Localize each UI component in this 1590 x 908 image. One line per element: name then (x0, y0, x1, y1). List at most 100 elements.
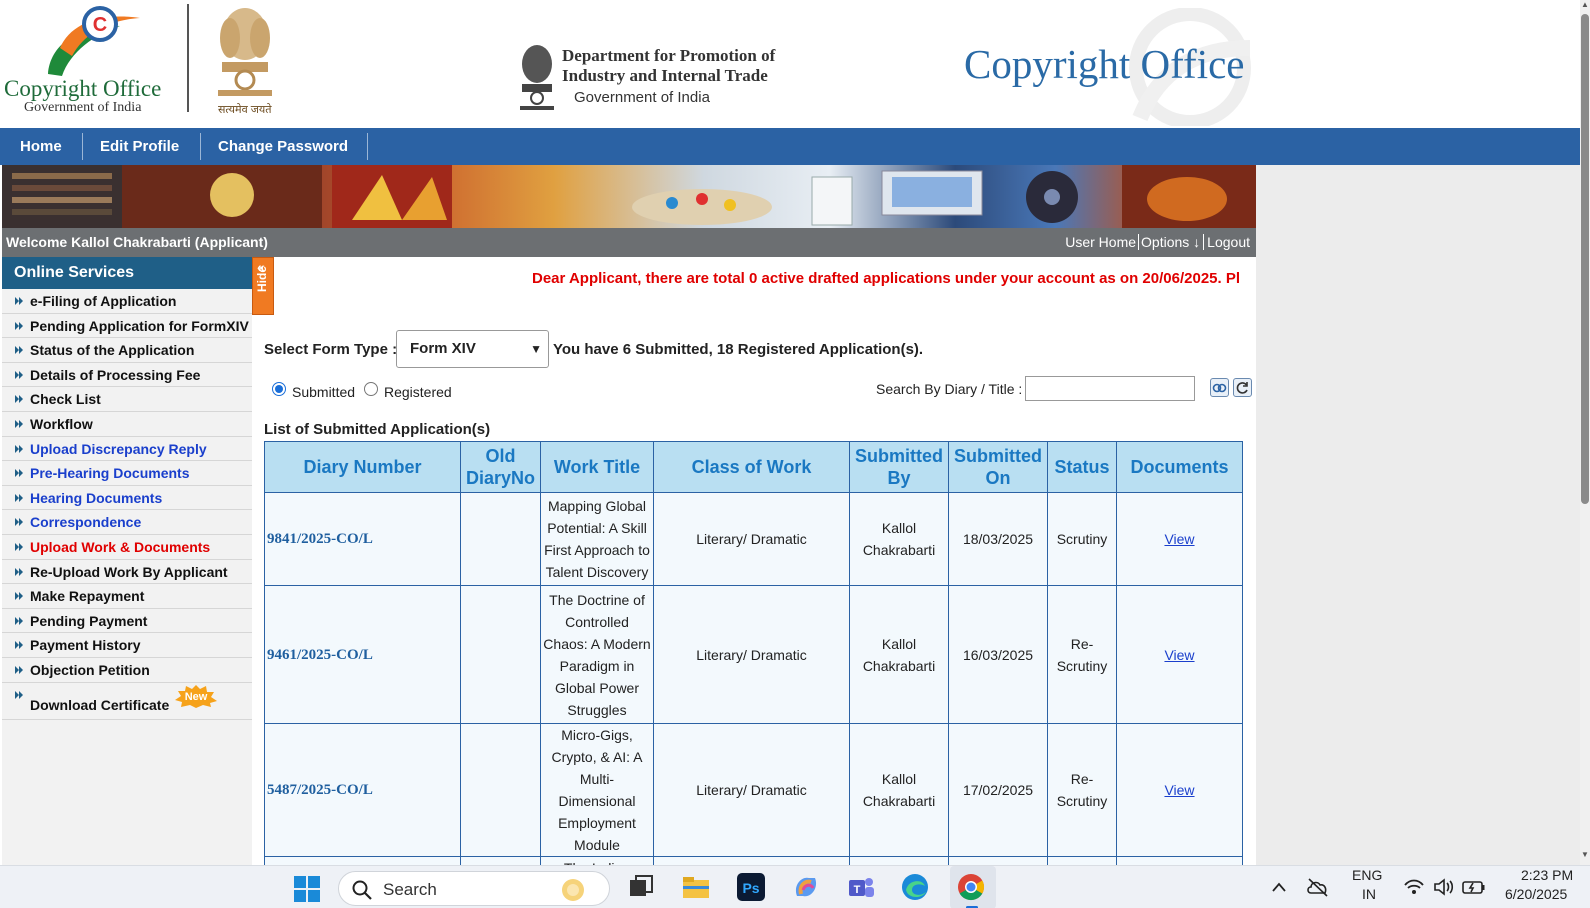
form-type-value: Form XIV (410, 340, 476, 357)
header-divider (187, 4, 189, 112)
diary-number-cell[interactable]: 9461/2025-CO/L (264, 585, 461, 724)
form-type-select[interactable]: Form XIV ▼ (396, 330, 549, 368)
search-go-button[interactable] (1210, 378, 1229, 397)
column-header: Submitted By (849, 441, 949, 493)
class-of-work-cell: Literary/ Dramatic (653, 723, 850, 857)
sidebar-item-check-list[interactable]: Check List (2, 387, 252, 412)
windows-start-icon[interactable] (292, 874, 322, 904)
sidebar-item-re-upload[interactable]: Re-Upload Work By Applicant (2, 560, 252, 585)
column-header: Submitted On (948, 441, 1048, 493)
sidebar-item-objection-petition[interactable]: Objection Petition (2, 658, 252, 683)
dept-line2: Industry and Internal Trade (562, 66, 768, 85)
class-of-work-cell: Literary/ Dramatic (653, 585, 850, 724)
file-explorer-icon[interactable] (681, 872, 711, 902)
battery-charging-icon[interactable] (1462, 877, 1486, 897)
options-link[interactable]: Options ↓ (1141, 234, 1200, 250)
submitted-by-cell: Kallol Chakrabarti (849, 585, 949, 724)
submitted-on-cell: 16/03/2025 (948, 585, 1048, 724)
clock-time[interactable]: 2:23 PM (1521, 867, 1573, 883)
sidebar-item-status[interactable]: Status of the Application (2, 338, 252, 363)
view-link[interactable]: View (1164, 647, 1194, 663)
sidebar: Online Services e-Filing of Application … (2, 257, 252, 865)
documents-cell: View (1116, 585, 1243, 724)
sidebar-item-e-filing[interactable]: e-Filing of Application (2, 289, 252, 314)
sidebar-item-pending-formxiv[interactable]: Pending Application for FormXIV (2, 314, 252, 339)
list-title: List of Submitted Application(s) (264, 421, 491, 438)
sidebar-item-pre-hearing[interactable]: Pre-Hearing Documents (2, 461, 252, 486)
task-view-icon[interactable] (626, 872, 656, 902)
sidebar-item-pending-payment[interactable]: Pending Payment (2, 609, 252, 634)
double-arrow-icon (15, 616, 23, 625)
status-cell: Scrutiny (1047, 492, 1117, 586)
sidebar-item-workflow[interactable]: Workflow (2, 412, 252, 437)
sidebar-item-discrepancy-reply[interactable]: Upload Discrepancy Reply (2, 437, 252, 462)
refresh-button[interactable] (1233, 378, 1252, 397)
logo-title: Copyright Office (4, 76, 162, 101)
photoshop-icon[interactable]: Ps (736, 872, 766, 902)
edge-browser-icon[interactable] (900, 872, 930, 902)
sidebar-item-processing-fee[interactable]: Details of Processing Fee (2, 363, 252, 388)
copilot-icon[interactable] (791, 872, 821, 902)
sidebar-item-download-certificate[interactable]: Download Certificate New (2, 683, 252, 720)
sidebar-item-correspondence[interactable]: Correspondence (2, 510, 252, 535)
diary-number-cell[interactable]: 5487/2025-CO/L (264, 723, 461, 857)
submitted-radio[interactable] (272, 382, 286, 396)
user-home-link[interactable]: User Home (1065, 234, 1136, 250)
view-link[interactable]: View (1164, 531, 1194, 547)
sidebar-item-payment-history[interactable]: Payment History (2, 633, 252, 658)
diary-number-cell[interactable]: 9841/2025-CO/L (264, 492, 461, 586)
clock-date[interactable]: 6/20/2025 (1505, 886, 1567, 902)
sidebar-item-label: Download Certificate (30, 696, 170, 713)
status-cell: Re-Scrutiny (1047, 723, 1117, 857)
sidebar-item-label: Workflow (30, 415, 93, 432)
sidebar-item-label: Payment History (30, 637, 141, 654)
page-scrollbar[interactable]: ▲ ▼ (1580, 0, 1590, 865)
nav-change-password[interactable]: Change Password (218, 128, 348, 165)
view-link[interactable]: View (1164, 782, 1194, 798)
sidebar-item-label: Make Repayment (30, 588, 145, 605)
hide-sidebar-toggle[interactable]: « Hide (252, 257, 274, 315)
old-diary-cell (460, 492, 541, 586)
search-input[interactable] (1025, 376, 1195, 401)
sidebar-item-label: Check List (30, 391, 101, 408)
language-indicator[interactable]: ENG (1352, 867, 1382, 883)
double-arrow-icon (15, 370, 23, 379)
submitted-by-cell: Kallol Chakrabarti (849, 492, 949, 586)
sidebar-item-label: Details of Processing Fee (30, 366, 201, 383)
national-emblem: सत्यमेव जयते (210, 4, 280, 116)
double-arrow-icon (15, 518, 23, 527)
chrome-browser-icon[interactable] (956, 872, 986, 902)
documents-cell: View (1116, 492, 1243, 586)
new-badge-text: New (185, 691, 208, 703)
scroll-up-icon[interactable]: ▲ (1581, 0, 1589, 9)
small-emblem-icon (520, 45, 554, 110)
sidebar-item-make-repayment[interactable]: Make Repayment (2, 584, 252, 609)
copyright-office-logo[interactable]: C Copyright Office Government of India (2, 2, 172, 116)
sidebar-item-upload-work[interactable]: Upload Work & Documents (2, 535, 252, 560)
cloud-offline-icon[interactable] (1306, 876, 1330, 898)
chevron-up-icon[interactable] (1271, 880, 1287, 894)
nav-separator (82, 133, 83, 160)
sidebar-item-hearing[interactable]: Hearing Documents (2, 486, 252, 511)
logout-link[interactable]: Logout (1207, 234, 1250, 250)
right-margin-area (1256, 165, 1580, 865)
table-header-row: Diary Number Old DiaryNo Work Title Clas… (264, 441, 1243, 493)
wifi-icon[interactable] (1403, 877, 1425, 897)
region-indicator[interactable]: IN (1362, 886, 1376, 902)
search-highlight-icon (562, 879, 584, 901)
go-icon (1212, 383, 1227, 393)
status-cell: Re-Scrutiny (1047, 585, 1117, 724)
scrollbar-thumb[interactable] (1581, 14, 1589, 504)
application-count: You have 6 Submitted, 18 Registered Appl… (553, 341, 924, 358)
nav-home[interactable]: Home (20, 128, 62, 165)
nav-edit-profile[interactable]: Edit Profile (100, 128, 179, 165)
sidebar-item-label: Correspondence (30, 514, 142, 531)
registered-radio[interactable] (364, 382, 378, 396)
teams-icon[interactable]: T (846, 872, 876, 902)
taskbar-search-box[interactable]: Search (338, 871, 610, 906)
volume-icon[interactable] (1433, 877, 1455, 897)
scroll-down-icon[interactable]: ▼ (1581, 850, 1589, 859)
work-title-cell: Micro-Gigs, Crypto, & AI: A Multi-Dimens… (540, 723, 654, 857)
registered-radio-label: Registered (384, 384, 452, 400)
copyright-swirl-icon: C (48, 6, 140, 76)
